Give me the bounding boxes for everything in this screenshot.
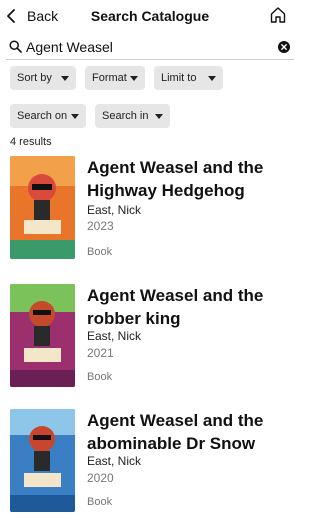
result-format: Book <box>87 246 113 258</box>
result-title: Agent Weasel and the abominable Dr Snow <box>87 411 264 453</box>
result-year: 2020 <box>87 471 114 485</box>
result-format: Book <box>87 371 113 383</box>
app-header: Back Search Catalogue <box>0 0 300 32</box>
result-author: East, Nick <box>87 203 142 217</box>
result-format: Book <box>87 496 113 508</box>
result-title: Agent Weasel and the robber king <box>87 286 264 328</box>
result-author: East, Nick <box>87 454 142 468</box>
result-year: 2023 <box>87 219 114 233</box>
home-icon[interactable] <box>270 6 286 24</box>
search-in-label: Search in <box>102 110 149 122</box>
sort-by-label: Sort by <box>17 72 52 84</box>
result-title: Agent Weasel and the Highway Hedgehog <box>87 158 264 200</box>
book-cover <box>10 409 75 512</box>
page-title: Search Catalogue <box>90 8 210 24</box>
limit-to-label: Limit to <box>161 72 197 84</box>
format-label: Format <box>92 72 127 84</box>
caret-down-icon <box>208 76 216 81</box>
results-count: 4 results <box>10 136 52 148</box>
caret-down-icon <box>130 76 138 81</box>
format-dropdown[interactable]: Format <box>85 66 145 90</box>
sort-by-dropdown[interactable]: Sort by <box>10 66 76 90</box>
result-author: East, Nick <box>87 329 142 343</box>
search-on-dropdown[interactable]: Search on <box>10 104 86 128</box>
caret-down-icon <box>71 114 79 119</box>
limit-to-dropdown[interactable]: Limit to <box>154 66 223 90</box>
result-item[interactable]: Agent Weasel and the robber king East, N… <box>0 284 300 402</box>
search-input[interactable] <box>26 37 266 57</box>
caret-down-icon <box>61 76 69 81</box>
book-cover <box>10 156 75 259</box>
book-cover <box>10 284 75 387</box>
search-in-dropdown[interactable]: Search in <box>95 104 170 128</box>
caret-down-icon <box>155 114 163 119</box>
result-item[interactable]: Agent Weasel and the abominable Dr Snow … <box>0 409 300 519</box>
result-item[interactable]: Agent Weasel and the Highway Hedgehog Ea… <box>0 156 300 274</box>
search-on-label: Search on <box>17 110 68 122</box>
result-year: 2021 <box>87 346 114 360</box>
clear-icon[interactable] <box>278 41 290 53</box>
search-icon <box>9 40 22 53</box>
search-bar <box>6 36 294 60</box>
